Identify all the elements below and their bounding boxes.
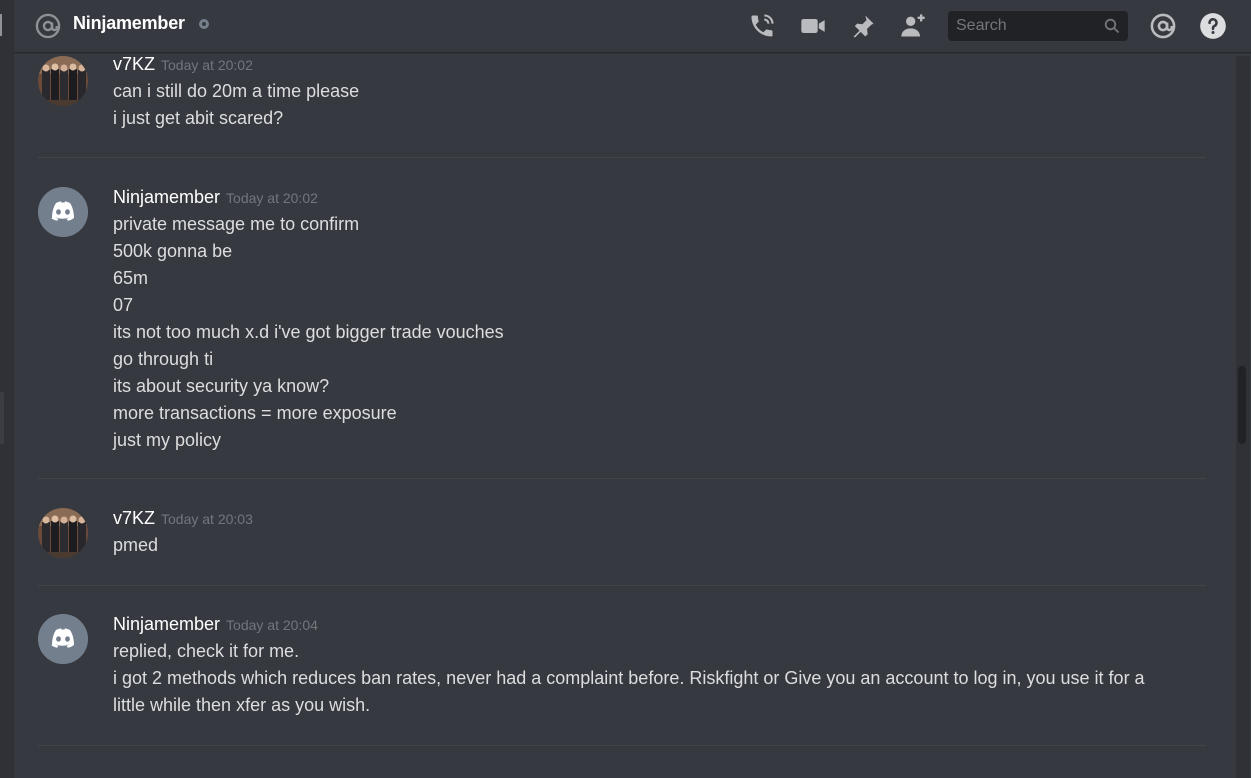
scrollbar-thumb[interactable] (1238, 366, 1246, 444)
group-photo-avatar-icon (38, 508, 88, 558)
pin-icon[interactable] (849, 12, 877, 40)
message-line: more transactions = more exposure (113, 403, 397, 423)
message-line: pmed (113, 535, 159, 555)
message-timestamp: Today at 20:02 (161, 57, 253, 73)
message-list[interactable]: v7KZ Today at 20:02 can i still do 20m a … (14, 56, 1236, 778)
group-photo-avatar-icon (38, 56, 88, 106)
message-line: 500k gonna be (113, 241, 233, 261)
avatar[interactable] (38, 508, 88, 558)
message-line: go through ti (113, 349, 214, 369)
offline-status-icon (199, 19, 209, 29)
message-timestamp: Today at 20:04 (226, 617, 318, 633)
message-timestamp: Today at 20:02 (226, 190, 318, 206)
search-input[interactable] (948, 11, 1106, 41)
discord-logo-icon (38, 187, 88, 237)
avatar[interactable] (38, 56, 88, 106)
message-line: can i still do 20m a time please (113, 81, 360, 101)
scrollbar[interactable] (1236, 56, 1250, 778)
channel-header: Ninjamember (14, 0, 1251, 52)
message-author[interactable]: v7KZ Today at 20:03 (113, 508, 253, 529)
message-line: i got 2 methods which reduces ban rates,… (113, 668, 1145, 715)
search-bar[interactable] (948, 11, 1128, 41)
message-divider (38, 585, 1206, 586)
message-author[interactable]: Ninjamember Today at 20:04 (113, 614, 318, 635)
mentions-icon[interactable] (1149, 12, 1177, 40)
video-camera-icon[interactable] (799, 12, 827, 40)
message-divider (38, 157, 1206, 158)
search-icon (1104, 18, 1120, 34)
message-content: can i still do 20m a time please i just … (113, 78, 1173, 132)
message-content: pmed (113, 532, 1173, 559)
avatar[interactable] (38, 187, 88, 237)
guild-sidebar-edge (0, 0, 14, 778)
message-line: 65m (113, 268, 149, 288)
sidebar-indicator (0, 14, 2, 36)
discord-logo-icon (38, 614, 88, 664)
sidebar-resize-handle[interactable] (0, 392, 4, 444)
channel-name: Ninjamember (73, 13, 185, 33)
message-timestamp: Today at 20:03 (161, 511, 253, 527)
help-icon[interactable] (1199, 12, 1227, 40)
message-author[interactable]: v7KZ Today at 20:02 (113, 56, 253, 75)
add-friend-icon[interactable] (899, 12, 927, 40)
message-content: private message me to confirm 500k gonna… (113, 211, 1173, 454)
avatar[interactable] (38, 614, 88, 664)
message-line: 07 (113, 295, 134, 315)
message-line: private message me to confirm (113, 214, 360, 234)
phone-call-icon[interactable] (748, 12, 776, 40)
message-author[interactable]: Ninjamember Today at 20:02 (113, 187, 318, 208)
message-line: i just get abit scared? (113, 108, 284, 128)
message-content: replied, check it for me. i got 2 method… (113, 638, 1173, 719)
at-icon (35, 13, 61, 39)
message-line: its about security ya know? (113, 376, 330, 396)
message-line: replied, check it for me. (113, 641, 300, 661)
message-divider (38, 478, 1206, 479)
message-divider (38, 745, 1206, 746)
message-line: just my policy (113, 430, 222, 450)
message-line: its not too much x.d i've got bigger tra… (113, 322, 504, 342)
